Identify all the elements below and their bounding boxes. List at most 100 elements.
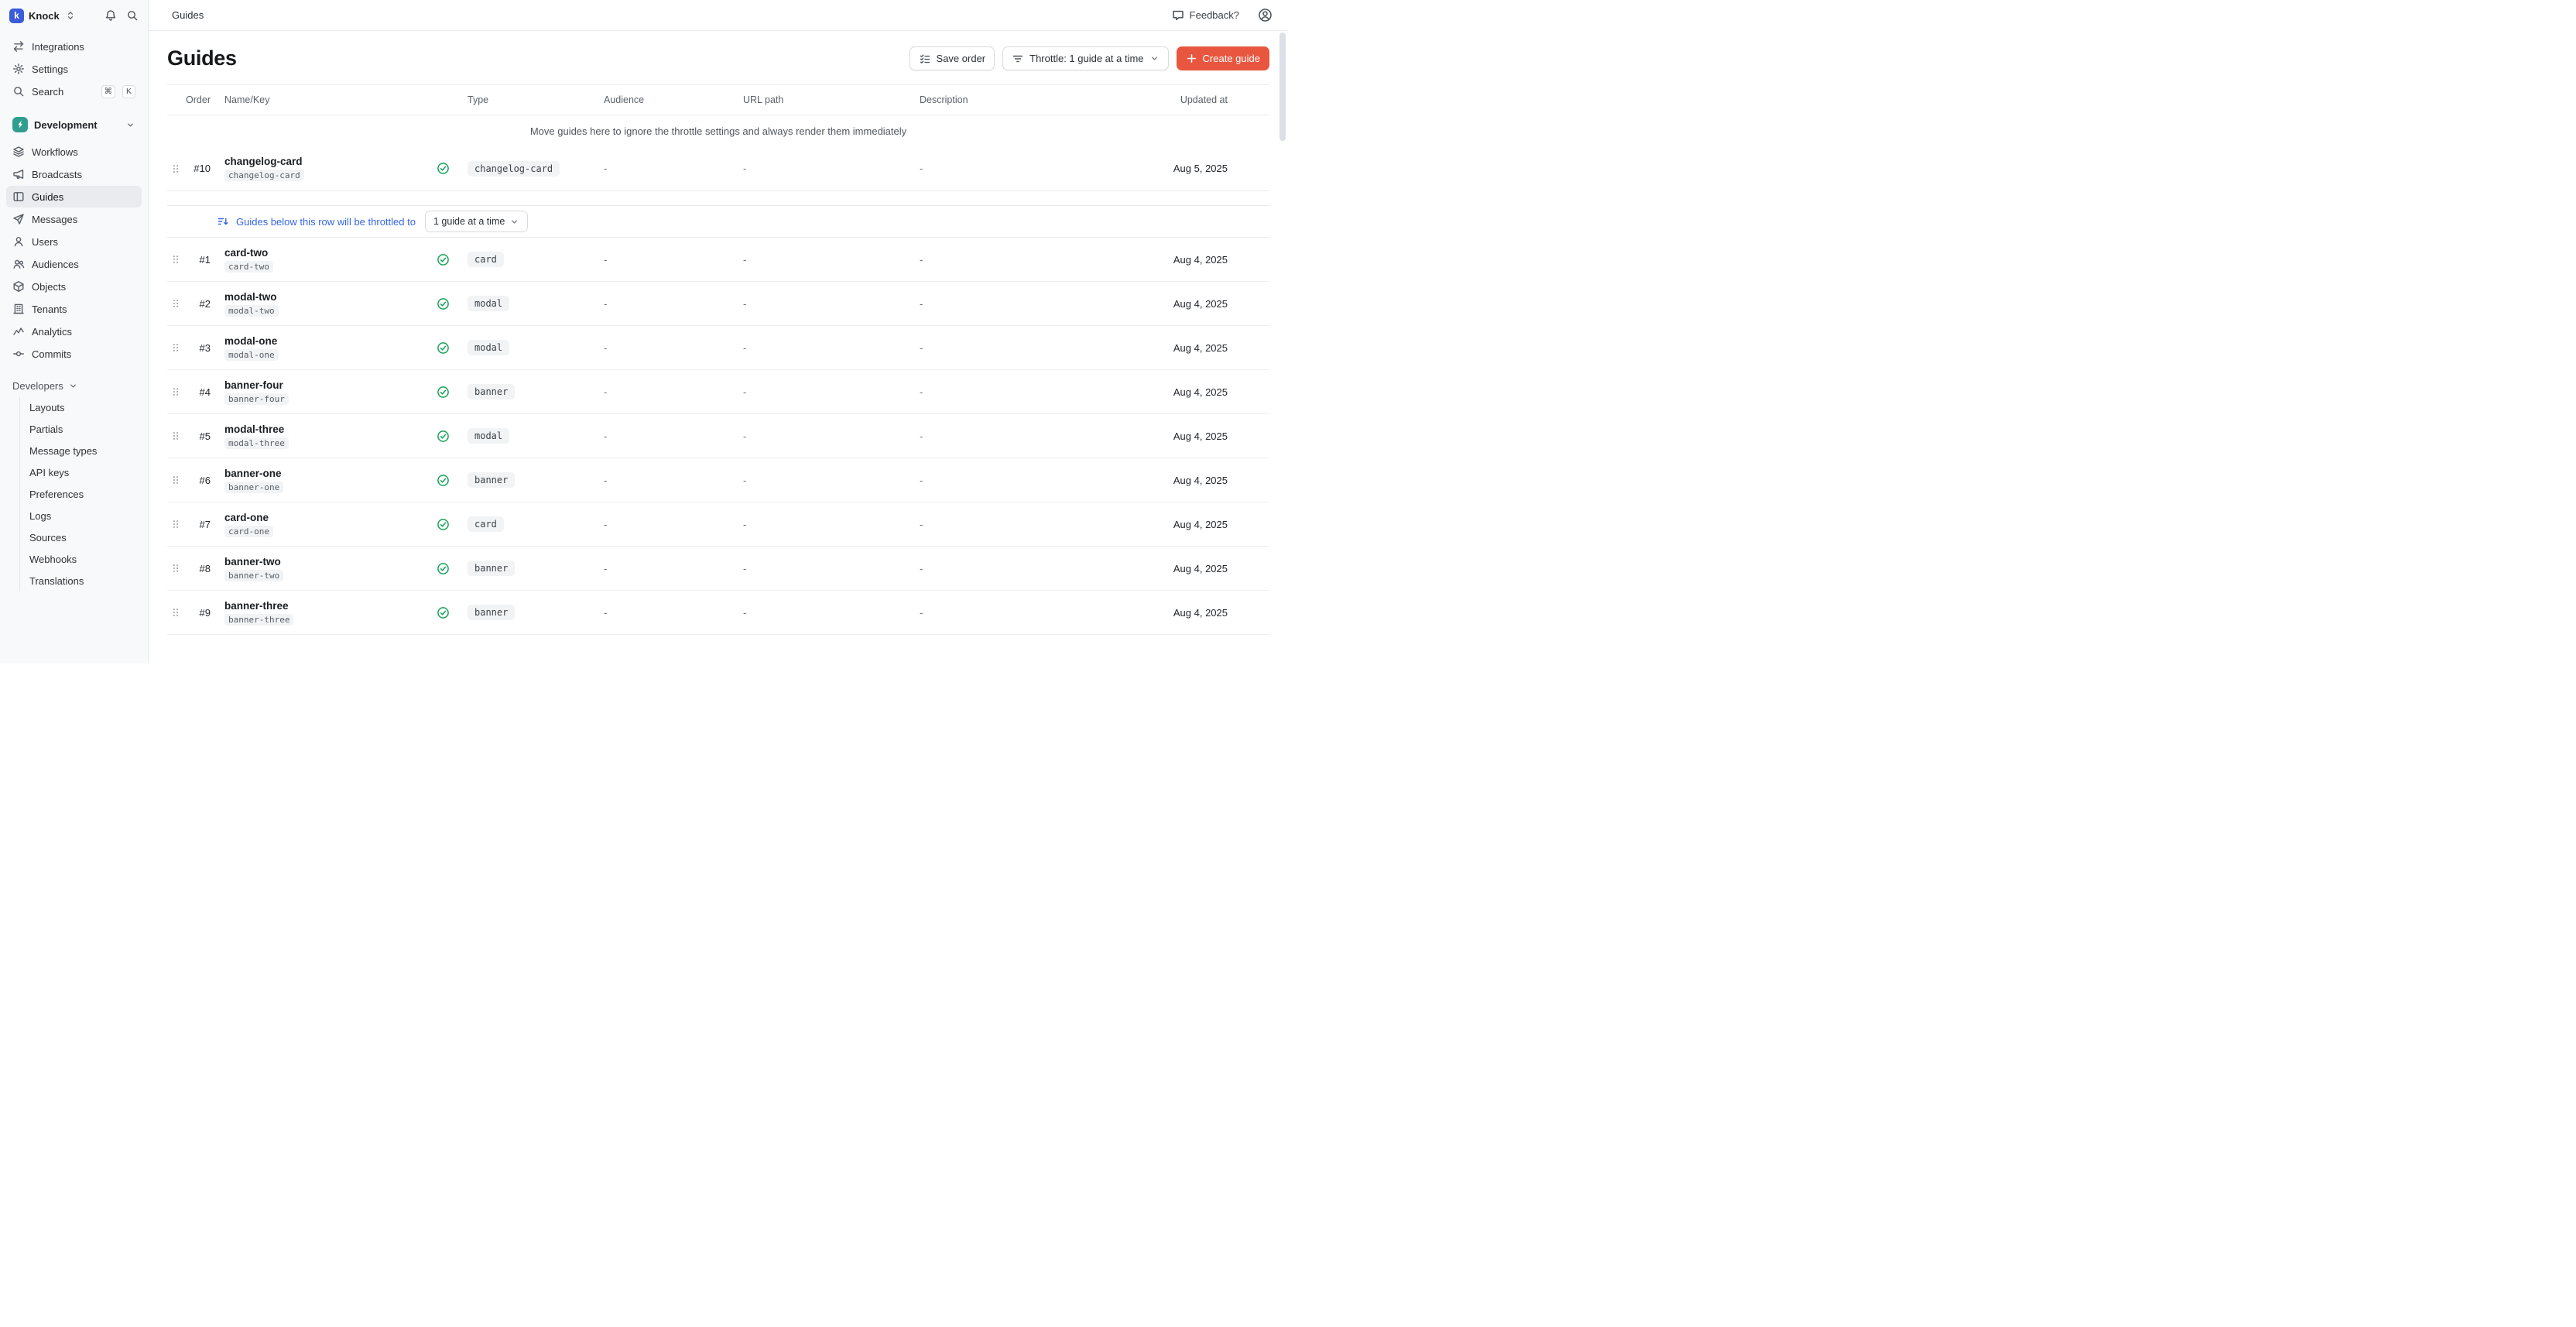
table-row[interactable]: #2modal-twomodal-twomodal---Aug 4, 2025 bbox=[167, 282, 1269, 326]
status-check-icon bbox=[427, 162, 458, 175]
sidebar-item-message-types[interactable]: Message types bbox=[22, 441, 142, 461]
type-badge: modal bbox=[468, 296, 509, 311]
audience-value: - bbox=[591, 475, 731, 486]
drag-handle[interactable] bbox=[167, 386, 184, 397]
sidebar-item-commits[interactable]: Commits bbox=[6, 343, 142, 365]
search-icon[interactable] bbox=[126, 9, 139, 22]
throttle-count-select[interactable]: 1 guide at a time bbox=[425, 211, 528, 232]
sidebar-item-label: Settings bbox=[32, 63, 68, 75]
drag-handle[interactable] bbox=[167, 342, 184, 353]
sidebar-item-messages[interactable]: Messages bbox=[6, 208, 142, 230]
row-name-cell: banner-twobanner-two bbox=[211, 556, 427, 581]
status-check-icon bbox=[427, 430, 458, 443]
save-order-button[interactable]: Save order bbox=[909, 46, 995, 70]
description-value: - bbox=[907, 607, 1163, 619]
sidebar-developers-toggle[interactable]: Developers bbox=[6, 375, 142, 396]
table-row[interactable]: #3modal-onemodal-onemodal---Aug 4, 2025 bbox=[167, 326, 1269, 370]
workflows-icon bbox=[12, 146, 25, 158]
throttle-count-value: 1 guide at a time bbox=[433, 216, 505, 227]
type-badge: banner bbox=[468, 561, 515, 576]
type-badge: card bbox=[468, 516, 504, 532]
sidebar-item-api-keys[interactable]: API keys bbox=[22, 462, 142, 483]
account-avatar[interactable] bbox=[1258, 8, 1273, 22]
feedback-label: Feedback? bbox=[1190, 9, 1239, 21]
drag-handle[interactable] bbox=[167, 563, 184, 574]
breadcrumb[interactable]: Guides bbox=[172, 9, 204, 21]
throttle-divider-link[interactable]: Guides below this row will be throttled … bbox=[236, 216, 416, 228]
table-row[interactable]: #4banner-fourbanner-fourbanner---Aug 4, … bbox=[167, 370, 1269, 414]
sidebar-item-sources[interactable]: Sources bbox=[22, 527, 142, 548]
sidebar-item-webhooks[interactable]: Webhooks bbox=[22, 549, 142, 570]
table-row[interactable]: #8banner-twobanner-twobanner---Aug 4, 20… bbox=[167, 547, 1269, 591]
sidebar-item-logs[interactable]: Logs bbox=[22, 506, 142, 526]
sidebar-item-preferences[interactable]: Preferences bbox=[22, 484, 142, 505]
table-row[interactable]: #9banner-threebanner-threebanner---Aug 4… bbox=[167, 591, 1269, 635]
column-description: Description bbox=[907, 94, 1163, 105]
drag-handle[interactable] bbox=[167, 254, 184, 265]
sidebar-item-partials[interactable]: Partials bbox=[22, 419, 142, 440]
sidebar-item-audiences[interactable]: Audiences bbox=[6, 253, 142, 275]
sidebar-item-label: Tenants bbox=[32, 303, 67, 315]
table-row[interactable]: #5modal-threemodal-threemodal---Aug 4, 2… bbox=[167, 414, 1269, 458]
type-cell: changelog-card bbox=[458, 161, 591, 177]
table-row[interactable]: #7card-onecard-onecard---Aug 4, 2025 bbox=[167, 502, 1269, 547]
table-row[interactable]: #6banner-onebanner-onebanner---Aug 4, 20… bbox=[167, 458, 1269, 502]
gear-icon bbox=[12, 63, 25, 75]
status-check-icon bbox=[427, 474, 458, 487]
guide-key: modal-two bbox=[224, 305, 279, 317]
table-rows: #1card-twocard-twocard---Aug 4, 2025#2mo… bbox=[167, 238, 1269, 635]
drag-handle[interactable] bbox=[167, 163, 184, 174]
drag-handle[interactable] bbox=[167, 475, 184, 485]
sidebar-item-guides[interactable]: Guides bbox=[6, 186, 142, 207]
guide-name: banner-two bbox=[224, 556, 281, 567]
row-name-cell: modal-threemodal-three bbox=[211, 423, 427, 449]
knock-logo: k bbox=[9, 9, 24, 23]
throttle-dropdown[interactable]: Throttle: 1 guide at a time bbox=[1002, 46, 1168, 70]
url-path-value: - bbox=[731, 254, 907, 266]
drag-handle[interactable] bbox=[167, 430, 184, 441]
save-order-label: Save order bbox=[937, 53, 986, 64]
scrollbar-thumb[interactable] bbox=[1279, 33, 1286, 141]
audience-value: - bbox=[591, 607, 731, 619]
sidebar-item-layouts[interactable]: Layouts bbox=[22, 397, 142, 418]
type-badge: banner bbox=[468, 472, 515, 488]
sidebar-item-users[interactable]: Users bbox=[6, 231, 142, 252]
sidebar-item-settings[interactable]: Settings bbox=[6, 58, 142, 80]
row-name-cell: banner-fourbanner-four bbox=[211, 379, 427, 405]
guide-key: banner-three bbox=[224, 614, 293, 626]
sidebar-item-analytics[interactable]: Analytics bbox=[6, 321, 142, 342]
description-value: - bbox=[907, 519, 1163, 530]
url-path-value: - bbox=[731, 386, 907, 398]
building-icon bbox=[12, 303, 25, 315]
sidebar-item-broadcasts[interactable]: Broadcasts bbox=[6, 163, 142, 185]
sidebar-item-tenants[interactable]: Tenants bbox=[6, 298, 142, 320]
table-row[interactable]: #1card-twocard-twocard---Aug 4, 2025 bbox=[167, 238, 1269, 282]
workspace-switcher-icon[interactable] bbox=[64, 9, 77, 22]
row-order: #9 bbox=[184, 607, 211, 619]
url-path-value: - bbox=[731, 563, 907, 574]
scrollbar[interactable] bbox=[1279, 33, 1286, 660]
drag-handle[interactable] bbox=[167, 519, 184, 530]
sidebar-item-search[interactable]: Search⌘K bbox=[6, 81, 142, 102]
environment-switcher[interactable]: Development bbox=[6, 113, 142, 136]
notifications-bell-icon[interactable] bbox=[104, 9, 117, 22]
feedback-button[interactable]: Feedback? bbox=[1167, 9, 1244, 22]
updated-at-value: Aug 4, 2025 bbox=[1163, 386, 1269, 398]
row-order: #10 bbox=[184, 163, 211, 174]
sidebar-item-objects[interactable]: Objects bbox=[6, 276, 142, 297]
sidebar-developers-nav: LayoutsPartialsMessage typesAPI keysPref… bbox=[19, 397, 142, 591]
row-name-cell: banner-onebanner-one bbox=[211, 468, 427, 493]
sidebar-item-workflows[interactable]: Workflows bbox=[6, 141, 142, 163]
sidebar-item-integrations[interactable]: Integrations bbox=[6, 36, 142, 57]
guide-key: banner-four bbox=[224, 393, 289, 405]
drag-handle[interactable] bbox=[167, 607, 184, 618]
type-cell: card bbox=[458, 516, 591, 532]
drag-handle[interactable] bbox=[167, 298, 184, 309]
sidebar-item-translations[interactable]: Translations bbox=[22, 571, 142, 591]
status-check-icon bbox=[427, 518, 458, 531]
type-cell: banner bbox=[458, 561, 591, 576]
create-guide-button[interactable]: Create guide bbox=[1177, 46, 1269, 70]
table-row[interactable]: #10changelog-cardchangelog-cardchangelog… bbox=[167, 146, 1269, 191]
url-path-value: - bbox=[731, 298, 907, 310]
row-name-cell: modal-twomodal-two bbox=[211, 291, 427, 317]
